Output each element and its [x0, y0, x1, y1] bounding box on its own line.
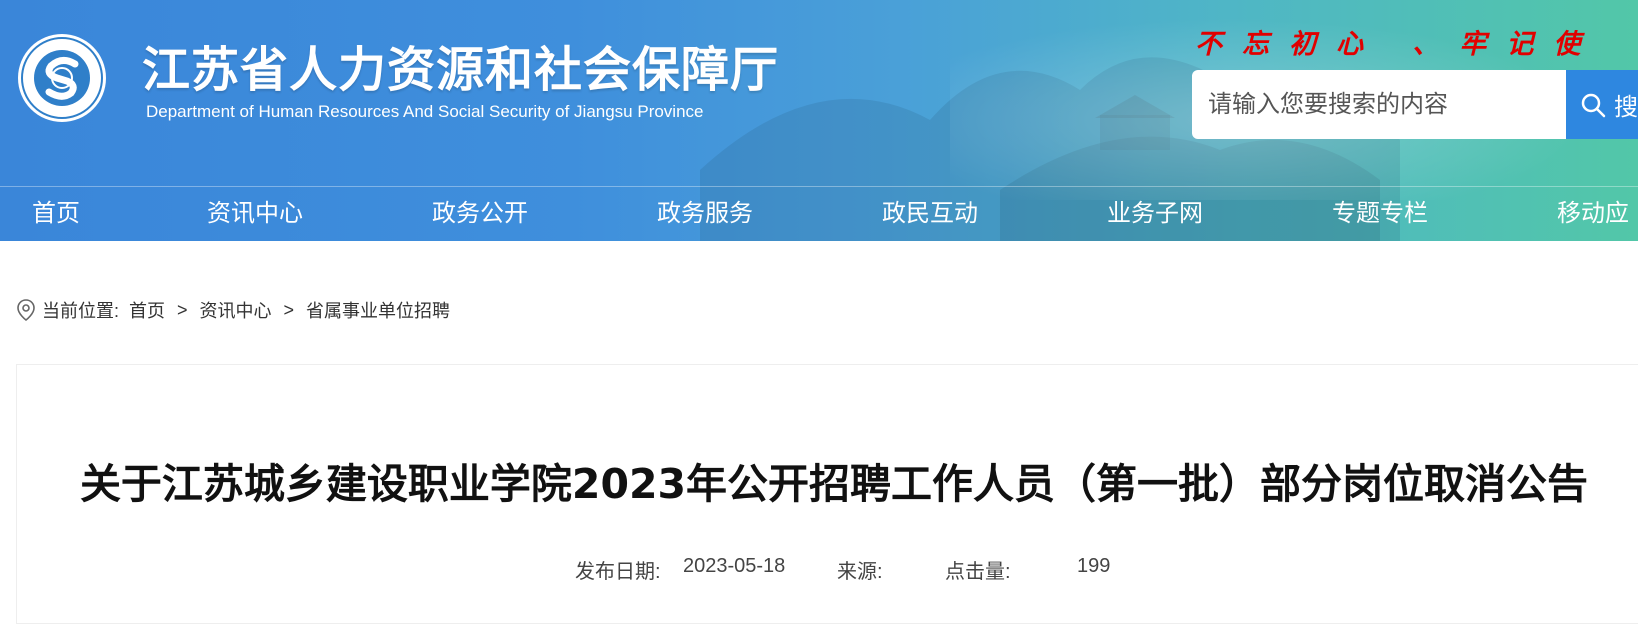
search-icon: [1581, 93, 1606, 117]
nav-item-services[interactable]: 政务服务: [657, 187, 753, 241]
nav-item-news[interactable]: 资讯中心: [207, 187, 303, 241]
breadcrumb-prefix: 当前位置:: [42, 301, 120, 321]
breadcrumb-home[interactable]: 首页: [129, 297, 165, 323]
views-label: 点击量:: [945, 561, 1011, 583]
breadcrumb-separator: >: [177, 299, 188, 320]
location-pin-icon: [17, 299, 35, 322]
search-button[interactable]: 搜: [1566, 70, 1638, 139]
breadcrumb-separator: >: [283, 299, 295, 320]
slogan: 不忘初心 、牢记使: [1195, 29, 1601, 60]
site-title: 江苏省人力资源和社会保障厅: [142, 42, 780, 98]
nav-item-government-affairs[interactable]: 政务公开: [432, 187, 528, 241]
source-label: 来源:: [837, 561, 883, 583]
nav-item-home[interactable]: 首页: [32, 187, 80, 241]
publish-date-label: 发布日期:: [575, 561, 661, 583]
nav-item-interaction[interactable]: 政民互动: [882, 187, 978, 241]
article-title: 关于江苏城乡建设职业学院2023年公开招聘工作人员（第一批）部分岗位取消公告: [79, 460, 1589, 508]
nav-item-topics[interactable]: 专题专栏: [1332, 187, 1428, 241]
site-header: 江苏省人力资源和社会保障厅 Department of Human Resour…: [0, 0, 1638, 241]
views-count: 199: [1077, 555, 1111, 577]
nav-item-mobile[interactable]: 移动应: [1557, 187, 1629, 241]
breadcrumb-current[interactable]: 省属事业单位招聘: [306, 297, 450, 323]
site-logo[interactable]: [15, 28, 109, 128]
site-subtitle: Department of Human Resources And Social…: [146, 102, 704, 121]
breadcrumb-news[interactable]: 资讯中心: [200, 297, 272, 323]
search-input[interactable]: [1192, 70, 1566, 139]
nav-item-subnets[interactable]: 业务子网: [1107, 187, 1203, 241]
search-button-label: 搜: [1614, 94, 1638, 121]
breadcrumb: 当前位置: 首页 > 资讯中心 > 省属事业单位招聘: [16, 297, 450, 323]
search-bar: 搜: [1192, 70, 1638, 139]
publish-date: 2023-05-18: [683, 555, 786, 577]
main-nav: 首页 资讯中心 政务公开 政务服务 政民互动 业务子网 专题专栏 移动应: [0, 187, 1638, 241]
